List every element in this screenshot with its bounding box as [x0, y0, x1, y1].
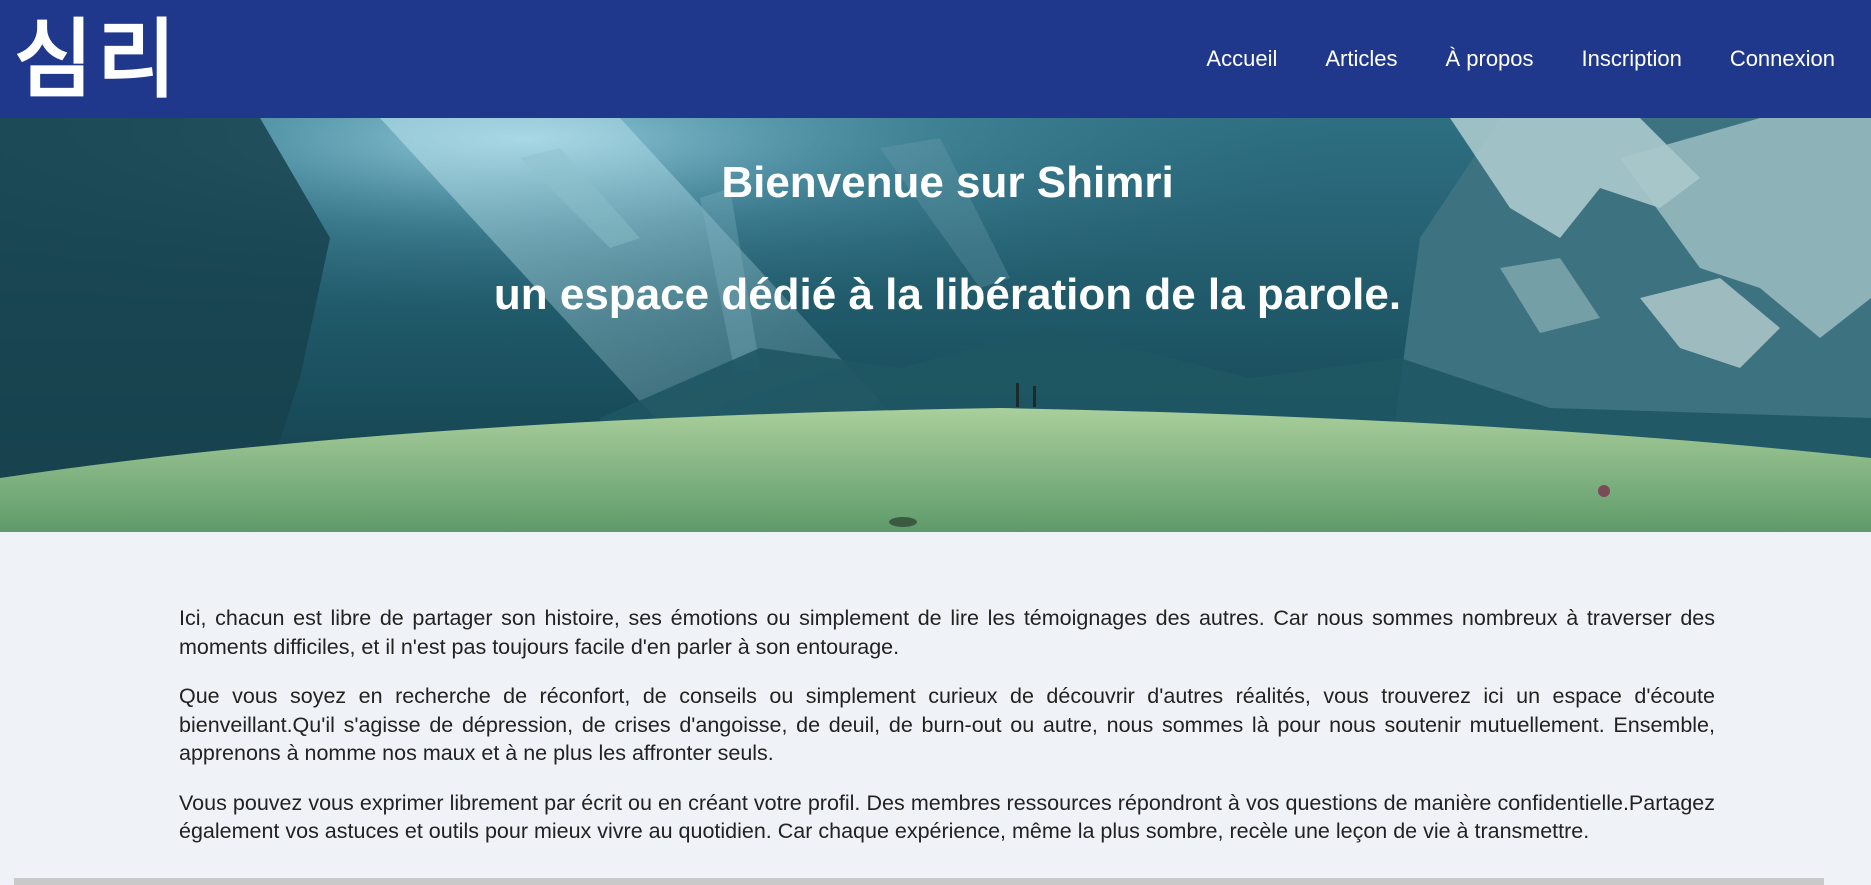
main-nav: Accueil Articles À propos Inscription Co… — [1158, 0, 1835, 118]
intro-paragraph: Vous pouvez vous exprimer librement par … — [179, 790, 1715, 844]
nav-link-inscription[interactable]: Inscription — [1582, 46, 1682, 72]
horizontal-scrollbar[interactable] — [14, 878, 1824, 885]
nav-link-connexion[interactable]: Connexion — [1730, 46, 1835, 72]
intro-paragraph: Que vous soyez en recherche de réconfort… — [179, 684, 1715, 765]
nav-link-accueil[interactable]: Accueil — [1206, 46, 1277, 72]
hero-subtitle: un espace dédié à la libération de la pa… — [493, 270, 1402, 319]
page: 심리 Accueil Articles À propos Inscription… — [0, 0, 1871, 885]
intro-content: Ici, chacun est libre de partager son hi… — [179, 604, 1715, 867]
hero-title: Bienvenue sur Shimri — [721, 158, 1174, 207]
hero-banner: Bienvenue sur Shimri un espace dédié à l… — [0, 118, 1871, 532]
site-header: 심리 Accueil Articles À propos Inscription… — [0, 0, 1871, 118]
intro-paragraph: Ici, chacun est libre de partager son hi… — [179, 606, 1715, 659]
site-logo[interactable]: 심리 — [14, 10, 180, 110]
nav-link-articles[interactable]: Articles — [1325, 46, 1397, 72]
nav-link-a-propos[interactable]: À propos — [1445, 46, 1533, 72]
